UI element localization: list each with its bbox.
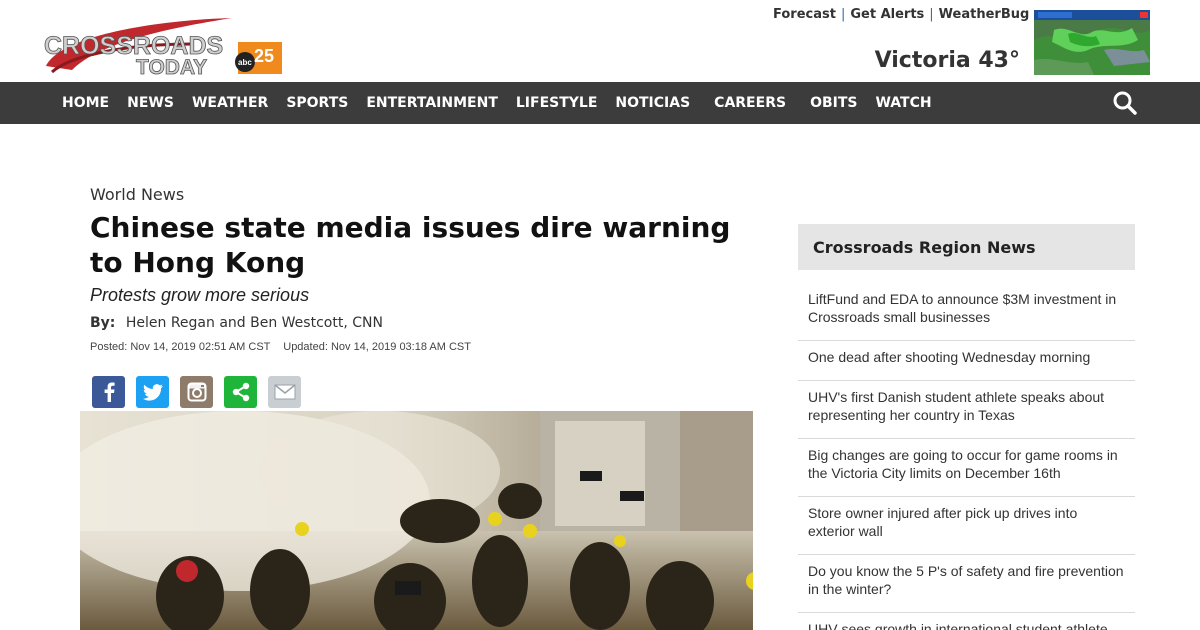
link-separator: | <box>840 7 846 22</box>
region-news-list: LiftFund and EDA to announce $3M investm… <box>798 284 1135 630</box>
share-bar <box>92 376 312 408</box>
nav-entertainment[interactable]: ENTERTAINMENT <box>366 95 498 111</box>
article-subheadline: Protests grow more serious <box>90 285 310 305</box>
region-news-sidebar: Crossroads Region News LiftFund and EDA … <box>798 224 1135 630</box>
nav-menu: HOME NEWS WEATHER SPORTS ENTERTAINMENT L… <box>62 82 950 124</box>
byline-authors: Helen Regan and Ben Westcott, CNN <box>125 315 383 331</box>
updated-date: Updated: Nov 14, 2019 03:18 AM CST <box>283 341 471 353</box>
nav-lifestyle[interactable]: LIFESTYLE <box>516 95 598 111</box>
weatherbug-link[interactable]: WeatherBug <box>939 7 1030 22</box>
nav-weather[interactable]: WEATHER <box>192 95 268 111</box>
forecast-link[interactable]: Forecast <box>773 7 836 22</box>
twitter-icon[interactable] <box>136 376 169 408</box>
get-alerts-link[interactable]: Get Alerts <box>850 7 924 22</box>
article-headline: Chinese state media issues dire warning … <box>90 211 731 279</box>
svg-text:25: 25 <box>254 46 274 66</box>
nav-home[interactable]: HOME <box>62 95 109 111</box>
news-list-item[interactable]: Store owner injured after pick up drives… <box>798 497 1135 555</box>
nav-news[interactable]: NEWS <box>127 95 174 111</box>
article-category[interactable]: World News <box>90 185 184 204</box>
top-links: Forecast | Get Alerts | WeatherBug <box>773 7 1029 22</box>
article-byline: By: Helen Regan and Ben Westcott, CNN <box>90 315 383 331</box>
posted-date: Posted: Nov 14, 2019 02:51 AM CST <box>90 341 271 353</box>
byline-label: By: <box>90 315 116 331</box>
share-icon[interactable] <box>224 376 257 408</box>
nav-sports[interactable]: SPORTS <box>286 95 348 111</box>
nav-obits[interactable]: OBITS <box>810 95 857 111</box>
news-list-item[interactable]: UHV sees growth in international student… <box>798 613 1135 630</box>
svg-text:TODAY: TODAY <box>136 56 207 78</box>
svg-text:abc: abc <box>238 58 252 67</box>
nav-noticias[interactable]: NOTICIAS <box>615 95 690 111</box>
article-lead-photo[interactable] <box>80 411 753 630</box>
site-header: CROSSROADS TODAY abc 25 Forecast | Get Ale… <box>0 0 1200 82</box>
news-list-item[interactable]: Do you know the 5 P's of safety and fire… <box>798 555 1135 613</box>
instagram-icon[interactable] <box>180 376 213 408</box>
radar-map-thumbnail[interactable] <box>1034 10 1150 75</box>
crossroads-today-logo[interactable]: CROSSROADS TODAY abc 25 <box>42 14 287 78</box>
search-icon[interactable] <box>1112 90 1138 116</box>
nav-careers[interactable]: CAREERS <box>714 95 786 111</box>
link-separator: | <box>929 7 934 22</box>
nav-watch[interactable]: WATCH <box>875 95 931 111</box>
article-timestamps: Posted: Nov 14, 2019 02:51 AM CST Update… <box>90 341 471 353</box>
news-list-item[interactable]: UHV's first Danish student athlete speak… <box>798 381 1135 439</box>
current-temperature[interactable]: Victoria 43° <box>875 48 1020 73</box>
news-list-item[interactable]: One dead after shooting Wednesday mornin… <box>798 341 1135 381</box>
email-icon[interactable] <box>268 376 301 408</box>
news-list-item[interactable]: Big changes are going to occur for game … <box>798 439 1135 497</box>
main-navigation: HOME NEWS WEATHER SPORTS ENTERTAINMENT L… <box>0 82 1200 124</box>
news-list-item[interactable]: LiftFund and EDA to announce $3M investm… <box>798 284 1135 341</box>
sidebar-title: Crossroads Region News <box>798 224 1135 270</box>
facebook-icon[interactable] <box>92 376 125 408</box>
